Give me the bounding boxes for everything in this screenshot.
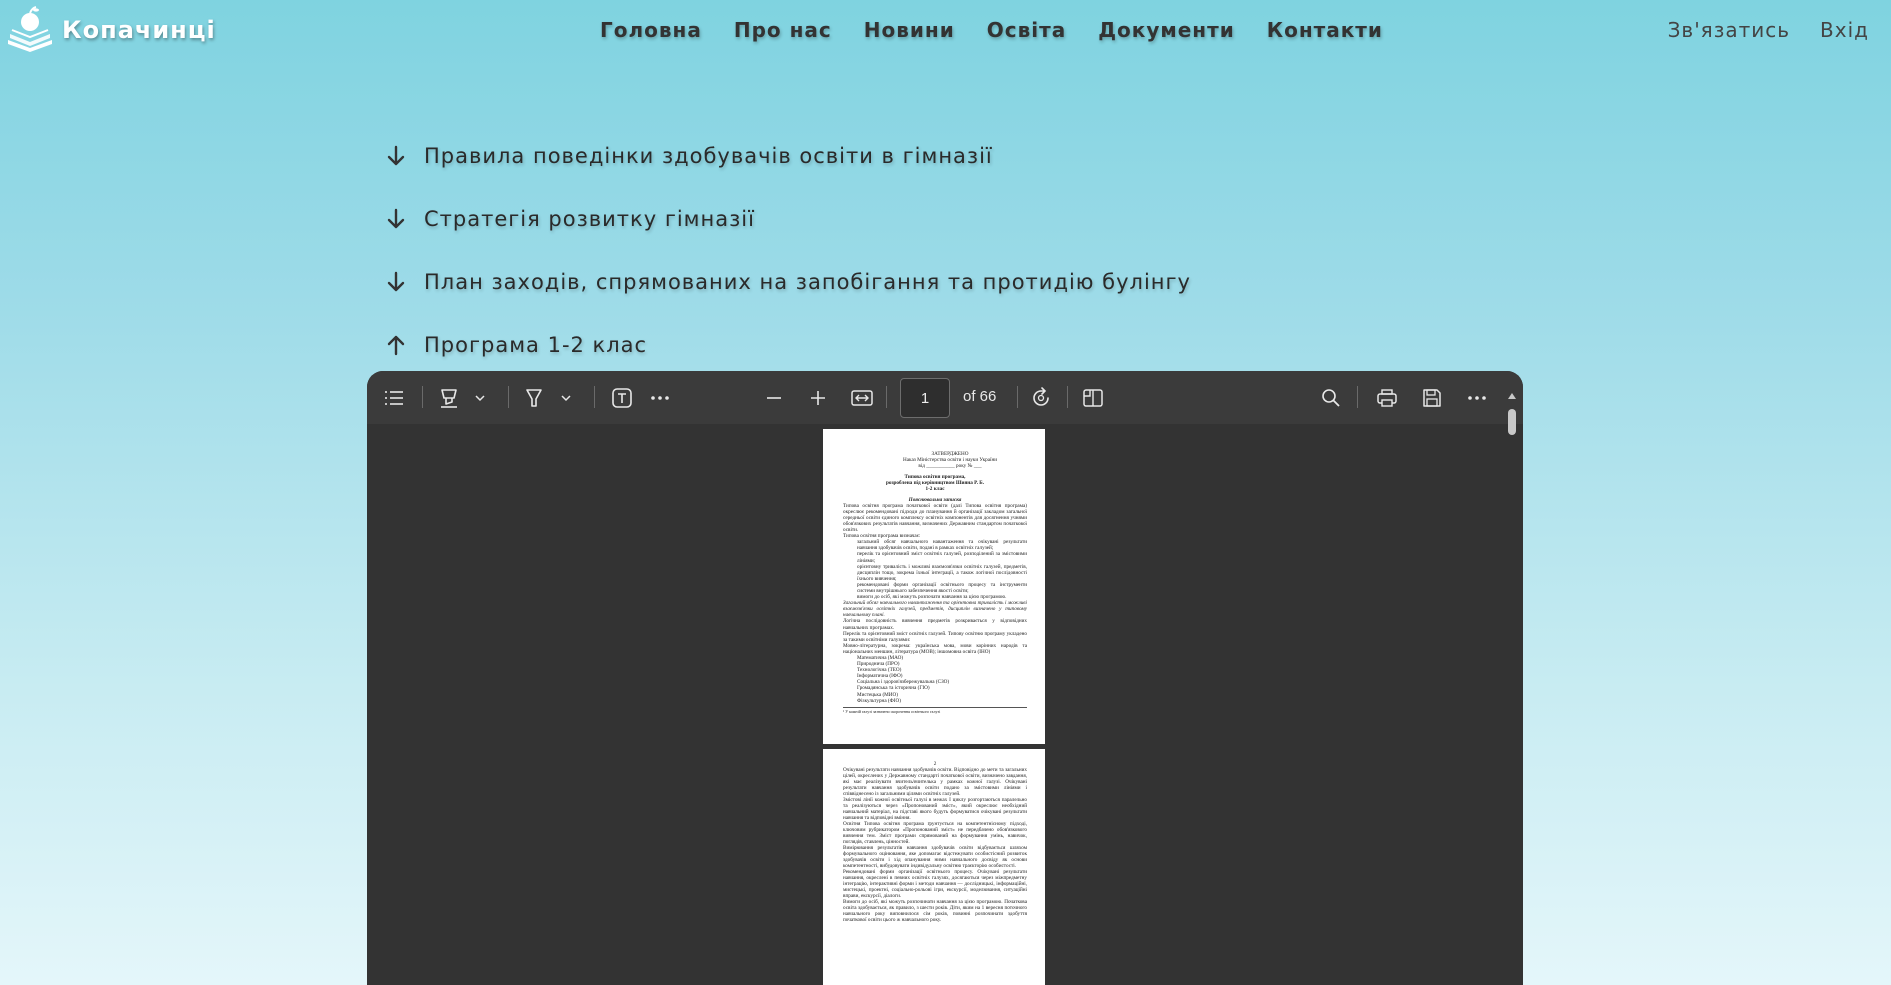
toolbar-divider	[1357, 386, 1358, 408]
document-label: План заходів, спрямованих на запобігання…	[424, 269, 1191, 294]
arrow-down-icon	[387, 145, 405, 165]
doc-paragraph: Мовно-літературна, зокрема: українська м…	[843, 642, 1027, 655]
pdf-page-2: 2 Очікувані результати навчання здобувач…	[823, 749, 1045, 985]
doc-bullet: рекомендовані форми організації освітньо…	[857, 581, 1027, 594]
more-options-icon[interactable]	[1464, 383, 1490, 413]
account-nav: Зв'язатись Вхід	[1668, 18, 1869, 42]
nav-link-documents[interactable]: Документи	[1098, 18, 1235, 42]
doc-paragraph: Вимоги до осіб, які можуть розпочинати н…	[843, 899, 1027, 923]
pdf-scrollbar[interactable]	[1507, 393, 1517, 983]
toolbar-divider	[1067, 386, 1068, 408]
doc-paragraph: Рекомендовані форми організації освітньо…	[843, 869, 1027, 899]
document-list: Правила поведінки здобувачів освіти в гі…	[384, 124, 1191, 376]
doc-bullet: орієнтовну тривалість і можливі взаємозв…	[857, 563, 1027, 582]
doc-paragraph: Освітня Типова освітня програма ґрунтуєт…	[843, 821, 1027, 845]
doc-paragraph: Загальний обсяг навчального навантаження…	[843, 600, 1027, 619]
rotate-icon[interactable]	[1028, 383, 1054, 413]
book-apple-logo-icon	[8, 6, 52, 52]
doc-paragraph: Вимірювання результатів навчання здобува…	[843, 845, 1027, 869]
toolbar-divider	[1017, 386, 1018, 408]
doc-paragraph: Логічна послідовність вивчення предметів…	[843, 618, 1027, 631]
nav-link-contacts[interactable]: Контакти	[1267, 18, 1383, 42]
doc-paragraph: Змістові лінії кожної освітньої галузі в…	[843, 797, 1027, 821]
document-item-program-1-2[interactable]: Програма 1-2 клас	[384, 313, 1191, 376]
doc-paragraph: Очікувані результати навчання здобувачів…	[843, 767, 1027, 797]
scroll-up-icon[interactable]	[1508, 393, 1516, 399]
arrow-down-icon	[387, 208, 405, 228]
arrow-up-icon	[387, 335, 405, 355]
document-label: Правила поведінки здобувачів освіти в гі…	[424, 143, 993, 168]
highlight-icon[interactable]	[437, 383, 461, 413]
pdf-viewer: of 66 ЗАТВЕРДЖЕНО Наказ Міністерства осв…	[367, 371, 1523, 985]
document-item-rules[interactable]: Правила поведінки здобувачів освіти в гі…	[384, 124, 1191, 187]
zoom-out-icon[interactable]	[763, 383, 785, 413]
doc-bullet: перелік та орієнтовний зміст освітніх га…	[857, 551, 1027, 564]
doc-list-item: Фізкультурна (ФІО)	[857, 697, 901, 704]
main-nav: Головна Про нас Новини Освіта Документи …	[600, 18, 1383, 42]
nav-link-home[interactable]: Головна	[600, 18, 702, 42]
contents-list-icon[interactable]	[381, 383, 407, 413]
text-box-icon[interactable]	[609, 383, 635, 413]
contact-link[interactable]: Зв'язатись	[1668, 18, 1790, 42]
fit-width-icon[interactable]	[850, 383, 874, 413]
doc-footnote: ¹ У кожній галузі зазначено скорочення о…	[843, 706, 1027, 715]
pdf-toolbar: of 66	[367, 371, 1523, 424]
arrow-down-icon	[387, 271, 405, 291]
draw-pen-icon[interactable]	[522, 383, 546, 413]
save-icon[interactable]	[1419, 383, 1445, 413]
logo-text: Копачинці	[62, 16, 216, 44]
toolbar-divider	[422, 386, 423, 408]
doc-bullet: загальний обсяг навчального навантаження…	[857, 539, 1027, 552]
zoom-in-icon[interactable]	[807, 383, 829, 413]
print-icon[interactable]	[1374, 383, 1400, 413]
pdf-page-1: ЗАТВЕРДЖЕНО Наказ Міністерства освіти і …	[823, 429, 1045, 744]
chevron-down-icon[interactable]	[559, 383, 573, 413]
chevron-down-icon[interactable]	[473, 383, 487, 413]
document-label: Програма 1-2 клас	[424, 332, 648, 357]
page-view-icon[interactable]	[1080, 383, 1106, 413]
nav-link-about[interactable]: Про нас	[734, 18, 832, 42]
doc-paragraph: Перелік та орієнтовний зміст освітніх га…	[843, 630, 1027, 643]
search-icon[interactable]	[1318, 383, 1344, 413]
nav-link-education[interactable]: Освіта	[987, 18, 1066, 42]
page-count: of 66	[963, 388, 997, 405]
more-tools-icon[interactable]	[647, 383, 673, 413]
doc-paragraph: Типова освітня програма початкової освіт…	[843, 502, 1027, 534]
page-number-input[interactable]	[900, 378, 950, 418]
document-item-strategy[interactable]: Стратегія розвитку гімназії	[384, 187, 1191, 250]
nav-link-news[interactable]: Новини	[864, 18, 955, 42]
site-header: Копачинці Головна Про нас Новини Освіта …	[0, 0, 1891, 64]
site-logo[interactable]: Копачинці	[4, 4, 216, 56]
toolbar-divider	[508, 386, 509, 408]
document-label: Стратегія розвитку гімназії	[424, 206, 755, 231]
scroll-thumb[interactable]	[1508, 409, 1516, 435]
toolbar-divider	[594, 386, 595, 408]
document-item-bullying-plan[interactable]: План заходів, спрямованих на запобігання…	[384, 250, 1191, 313]
login-link[interactable]: Вхід	[1820, 18, 1869, 42]
toolbar-divider	[886, 386, 887, 408]
